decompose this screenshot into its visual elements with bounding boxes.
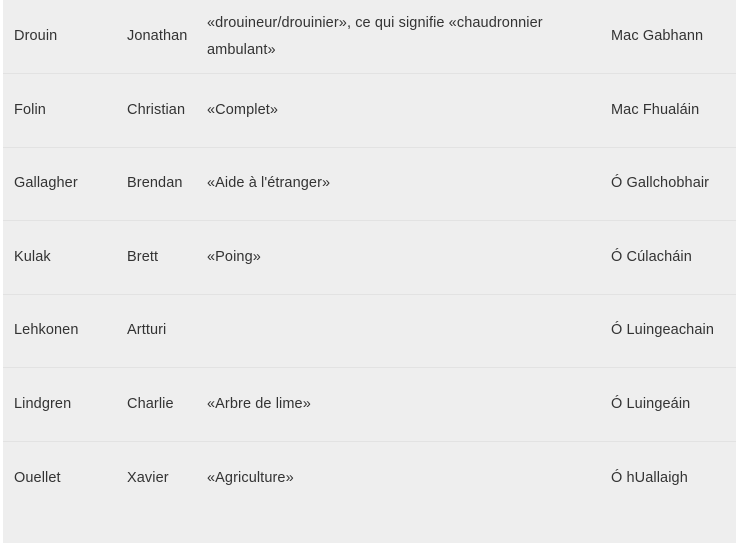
table-row[interactable]: Drouin Jonathan «drouineur/drouinier», ce … — [3, 0, 736, 74]
cell-surname: Folin — [3, 73, 127, 147]
first-name-column-value: Christian — [127, 101, 186, 118]
cell-meaning: «Agriculture» — [207, 440, 611, 515]
surname-column-value: Folin — [14, 101, 46, 118]
table-row[interactable]: Lindgren Charlie «Arbre de lime» Ó Luingeái… — [3, 367, 736, 441]
meaning-column-value: «Agriculture» — [207, 469, 294, 486]
irish-form-column-value: Mac Fhualáin — [611, 101, 700, 118]
surname-column-value: Kulak — [14, 248, 51, 265]
cell-meaning: «Complet» — [207, 73, 611, 147]
cell-meaning — [207, 293, 611, 368]
irish-form-column-value: Ó hUallaigh — [611, 469, 688, 486]
cell-surname: Drouin — [3, 0, 127, 74]
cell-irish: Ó hUallaigh — [611, 440, 736, 515]
cell-firstname: Brendan — [127, 146, 207, 221]
cell-surname: Ouellet — [3, 440, 127, 515]
first-name-column-value: Artturi — [127, 322, 167, 339]
first-name-column-value: Brett — [127, 248, 159, 265]
first-name-column-value: Charlie — [127, 395, 174, 412]
cell-irish: Ó Cúlacháin — [611, 220, 736, 294]
irish-form-column-value: Ó Gallchobhair — [611, 175, 710, 192]
cell-irish: Ó Gallchobhair — [611, 146, 736, 221]
surname-column-value: Lindgren — [14, 395, 72, 412]
cell-firstname: Artturi — [127, 293, 207, 368]
cell-firstname: Jonathan — [127, 0, 207, 74]
table-row[interactable]: Gallagher Brendan «Aide à l'étranger» Ó Gal… — [3, 146, 736, 221]
irish-form-column-value: Ó Luingeáin — [611, 395, 691, 412]
surname-column-value: Gallagher — [14, 175, 78, 192]
cell-irish: Ó Luingeáin — [611, 367, 736, 441]
table-body: Drouin Jonathan «drouineur/drouinier», ce … — [3, 0, 736, 515]
table-row[interactable]: Folin Christian «Complet» Mac Fhualáin — [3, 73, 736, 147]
meaning-column-value: «Aide à l'étranger» — [207, 175, 331, 192]
cell-irish: Mac Fhualáin — [611, 73, 736, 147]
cell-meaning: «Poing» — [207, 220, 611, 294]
cell-irish: Mac Gabhann — [611, 0, 736, 74]
irish-form-column-value: Ó Cúlacháin — [611, 248, 692, 265]
cell-surname: Lehkonen — [3, 293, 127, 368]
cell-surname: Lindgren — [3, 367, 127, 441]
surname-etymology-table: Drouin Jonathan «drouineur/drouinier», ce … — [3, 0, 736, 515]
surname-column-value: Ouellet — [14, 469, 61, 486]
first-name-column-value: Brendan — [127, 175, 183, 192]
first-name-column-value: Jonathan — [127, 28, 188, 44]
surname-column-value: Drouin — [14, 28, 58, 44]
cell-firstname: Xavier — [127, 440, 207, 515]
cell-surname: Gallagher — [3, 146, 127, 221]
cell-firstname: Charlie — [127, 367, 207, 441]
cell-firstname: Brett — [127, 220, 207, 294]
irish-form-column-value: Ó Luingeachain — [611, 322, 714, 339]
cell-irish: Ó Luingeachain — [611, 293, 736, 368]
meaning-column-value: «drouineur/drouinier», ce qui signifie «… — [207, 14, 543, 58]
cell-meaning: «drouineur/drouinier», ce qui signifie «… — [207, 0, 611, 74]
meaning-column-value: «Complet» — [207, 101, 279, 118]
meaning-column-value: «Poing» — [207, 248, 261, 265]
table-row[interactable]: Ouellet Xavier «Agriculture» Ó hUallaigh — [3, 440, 736, 515]
meaning-column-value: «Arbre de lime» — [207, 395, 311, 412]
first-name-column-value: Xavier — [127, 469, 169, 486]
cell-firstname: Christian — [127, 73, 207, 147]
cell-meaning: «Aide à l'étranger» — [207, 146, 611, 221]
table-row[interactable]: Kulak Brett «Poing» Ó Cúlacháin — [3, 220, 736, 294]
cell-meaning: «Arbre de lime» — [207, 367, 611, 441]
cell-surname: Kulak — [3, 220, 127, 294]
table-row[interactable]: Lehkonen Artturi Ó Luingeachain — [3, 293, 736, 368]
surname-column-value: Lehkonen — [14, 322, 79, 339]
irish-form-column-value: Mac Gabhann — [611, 28, 704, 44]
table-viewport: Drouin Jonathan «drouineur/drouinier», ce … — [0, 0, 736, 543]
